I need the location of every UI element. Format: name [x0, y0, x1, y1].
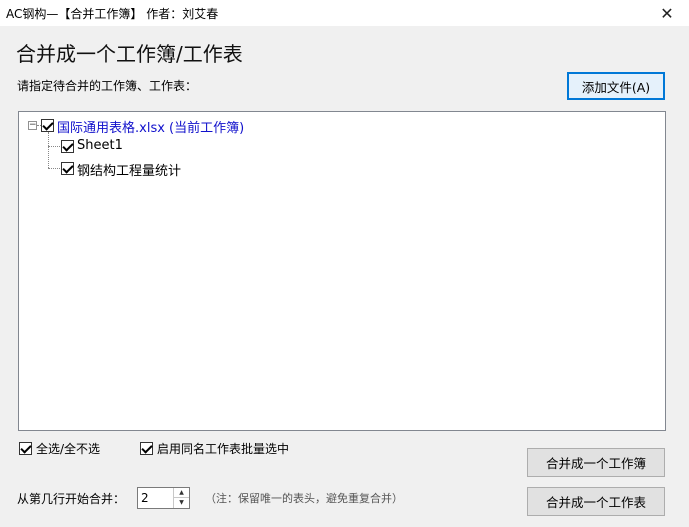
instruction-label: 请指定待合并的工作簿、工作表： — [17, 79, 198, 93]
start-row-value[interactable]: 2 — [141, 491, 149, 505]
select-all-checkbox[interactable]: 全选/全不选 — [19, 440, 100, 457]
tree-connector — [48, 168, 60, 169]
batch-same-name-checkbox[interactable]: 启用同名工作表批量选中 — [140, 440, 289, 457]
title-bar: AC钢构—【合并工作簿】 作者：刘艾春 ✕ — [0, 0, 689, 26]
tree-child-label[interactable]: Sheet1 — [77, 138, 123, 153]
start-row-label: 从第几行开始合并： — [17, 492, 126, 506]
merge-workbook-button[interactable]: 合并成一个工作簿 — [527, 448, 665, 477]
root-checkbox[interactable] — [41, 119, 54, 132]
sheet-checkbox[interactable] — [61, 140, 74, 153]
merge-worksheet-button[interactable]: 合并成一个工作表 — [527, 487, 665, 516]
page-title: 合并成一个工作簿/工作表 — [16, 42, 243, 66]
tree-child-label[interactable]: 钢结构工程量统计 — [77, 160, 181, 179]
tree-connector — [48, 146, 60, 147]
collapse-icon[interactable]: − — [28, 121, 37, 130]
checkbox-box[interactable] — [19, 442, 32, 455]
tree-root-label[interactable]: 国际通用表格.xlsx (当前工作簿) — [57, 117, 244, 136]
spinner-up-icon[interactable]: ▲ — [174, 488, 189, 498]
close-icon[interactable]: ✕ — [645, 0, 689, 26]
spinner-arrows: ▲ ▼ — [173, 488, 189, 508]
batch-same-name-label: 启用同名工作表批量选中 — [157, 442, 290, 456]
tree-connector — [48, 132, 49, 168]
sheet-checkbox[interactable] — [61, 162, 74, 175]
select-all-label: 全选/全不选 — [36, 442, 101, 456]
start-row-note: （注：保留唯一的表头，避免重复合并） — [205, 492, 403, 505]
checkbox-box[interactable] — [140, 442, 153, 455]
workbook-tree[interactable]: − 国际通用表格.xlsx (当前工作簿) Sheet1 钢结构工程量统计 — [18, 111, 666, 431]
window-title: AC钢构—【合并工作簿】 作者：刘艾春 — [6, 7, 219, 21]
add-file-button[interactable]: 添加文件(A) — [567, 72, 665, 100]
spinner-down-icon[interactable]: ▼ — [174, 498, 189, 508]
start-row-spinner[interactable]: 2 ▲ ▼ — [137, 487, 190, 509]
